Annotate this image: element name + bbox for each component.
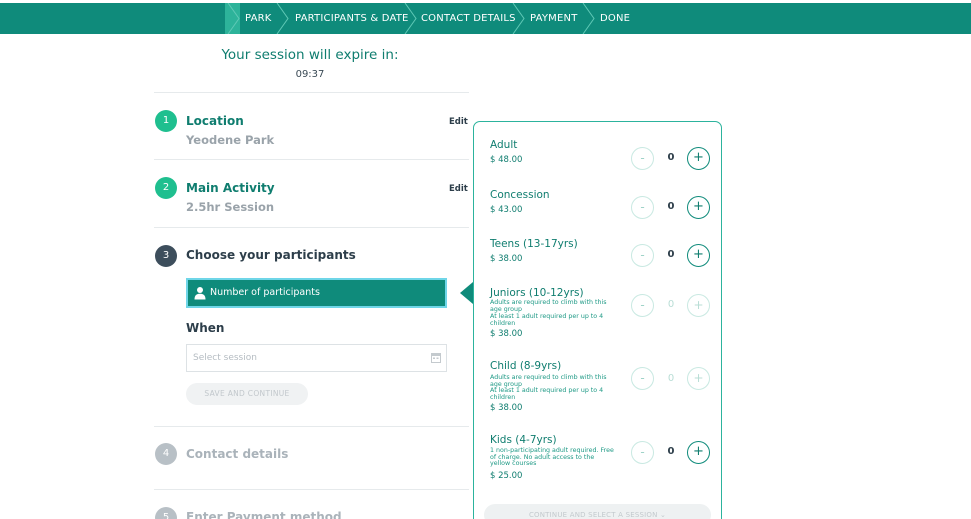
step-title-participants: Choose your participants bbox=[186, 248, 356, 262]
continue-select-session-button[interactable]: CONTINUE AND SELECT A SESSION ⌄ bbox=[484, 504, 711, 519]
ticket-note: At least 1 adult required per up to 4 ch… bbox=[490, 387, 604, 401]
adult-quantity: 0 bbox=[667, 152, 675, 163]
teens-quantity: 0 bbox=[667, 249, 675, 260]
chevron-right-icon bbox=[581, 3, 595, 34]
session-timer-value: 09:37 bbox=[295, 69, 325, 80]
step-title-location: Location bbox=[186, 114, 244, 128]
chevron-down-icon: ⌄ bbox=[659, 511, 667, 519]
ticket-price: $ 38.00 bbox=[490, 329, 523, 339]
edit-location-link[interactable]: Edit bbox=[449, 117, 468, 127]
divider bbox=[154, 227, 469, 228]
nav-step-payment[interactable]: PAYMENT bbox=[530, 3, 578, 34]
panel-pointer-arrow bbox=[460, 282, 473, 304]
decrease-kids-button[interactable]: - bbox=[631, 441, 654, 464]
ticket-note: Adults are required to climb with this a… bbox=[490, 299, 607, 313]
when-label: When bbox=[186, 321, 225, 335]
child-quantity: 0 bbox=[667, 373, 675, 384]
select-session-input[interactable] bbox=[186, 344, 447, 372]
decrease-child-button[interactable]: - bbox=[631, 367, 654, 390]
step-number-badge: 3 bbox=[155, 245, 177, 267]
edit-main-activity-link[interactable]: Edit bbox=[449, 184, 468, 194]
ticket-name: Child (8-9yrs) bbox=[490, 360, 562, 372]
ticket-name: Kids (4-7yrs) bbox=[490, 434, 557, 446]
ticket-note: At least 1 adult required per up to 4 ch… bbox=[490, 313, 604, 327]
continue-button-label: CONTINUE AND SELECT A SESSION bbox=[528, 511, 658, 519]
increase-concession-button[interactable]: + bbox=[687, 196, 710, 219]
calendar-icon[interactable] bbox=[431, 352, 441, 363]
step-title-contact-details: Contact details bbox=[186, 447, 289, 461]
decrease-adult-button[interactable]: - bbox=[631, 147, 654, 170]
ticket-price: $ 43.00 bbox=[490, 205, 523, 215]
divider bbox=[154, 426, 469, 427]
step-value-location: Yeodene Park bbox=[186, 133, 275, 147]
step-title-payment-method: Enter Payment method bbox=[186, 510, 342, 519]
kids-quantity: 0 bbox=[667, 446, 675, 457]
session-timer-label: Your session will expire in: bbox=[221, 47, 399, 63]
decrease-teens-button[interactable]: - bbox=[631, 244, 654, 267]
concession-quantity: 0 bbox=[667, 201, 675, 212]
ticket-price: $ 25.00 bbox=[490, 471, 523, 481]
ticket-price: $ 38.00 bbox=[490, 403, 523, 413]
progress-nav: PARK PARTICIPANTS & DATE CONTACT DETAILS… bbox=[0, 3, 971, 34]
decrease-concession-button[interactable]: - bbox=[631, 196, 654, 219]
divider bbox=[154, 159, 469, 160]
juniors-quantity: 0 bbox=[667, 299, 675, 310]
chevron-right-icon bbox=[275, 3, 289, 34]
increase-kids-button[interactable]: + bbox=[687, 441, 710, 464]
increase-child-button[interactable]: + bbox=[687, 367, 710, 390]
step-number-badge: 2 bbox=[155, 177, 177, 199]
decrease-juniors-button[interactable]: - bbox=[631, 294, 654, 317]
divider bbox=[154, 92, 469, 93]
participants-button-label: Number of participants bbox=[210, 287, 320, 298]
ticket-name: Adult bbox=[490, 139, 518, 151]
ticket-name: Juniors (10-12yrs) bbox=[490, 287, 584, 299]
step-number-badge: 1 bbox=[155, 110, 177, 132]
user-icon bbox=[194, 286, 206, 300]
divider bbox=[154, 489, 469, 490]
chevron-right-icon bbox=[403, 3, 417, 34]
step-number-badge: 4 bbox=[155, 443, 177, 465]
ticket-price: $ 48.00 bbox=[490, 155, 523, 165]
nav-step-park[interactable]: PARK bbox=[245, 3, 272, 34]
step-title-main-activity: Main Activity bbox=[186, 181, 275, 195]
chevron-right-icon bbox=[226, 3, 240, 34]
increase-adult-button[interactable]: + bbox=[687, 147, 710, 170]
step-value-main-activity: 2.5hr Session bbox=[186, 200, 275, 214]
nav-step-done[interactable]: DONE bbox=[600, 3, 630, 34]
nav-step-contact-details[interactable]: CONTACT DETAILS bbox=[421, 3, 516, 34]
increase-teens-button[interactable]: + bbox=[687, 244, 710, 267]
increase-juniors-button[interactable]: + bbox=[687, 294, 710, 317]
ticket-name: Concession bbox=[490, 189, 550, 201]
ticket-price: $ 38.00 bbox=[490, 254, 523, 264]
nav-step-participants-date[interactable]: PARTICIPANTS & DATE bbox=[295, 3, 409, 34]
step-number-badge: 5 bbox=[155, 507, 177, 519]
ticket-note: 1 non-participating adult required. Free… bbox=[490, 447, 614, 468]
number-of-participants-button[interactable]: Number of participants bbox=[186, 278, 447, 308]
chevron-right-icon bbox=[511, 3, 525, 34]
save-and-continue-button[interactable]: SAVE AND CONTINUE bbox=[186, 383, 308, 405]
ticket-name: Teens (13-17yrs) bbox=[490, 238, 578, 250]
